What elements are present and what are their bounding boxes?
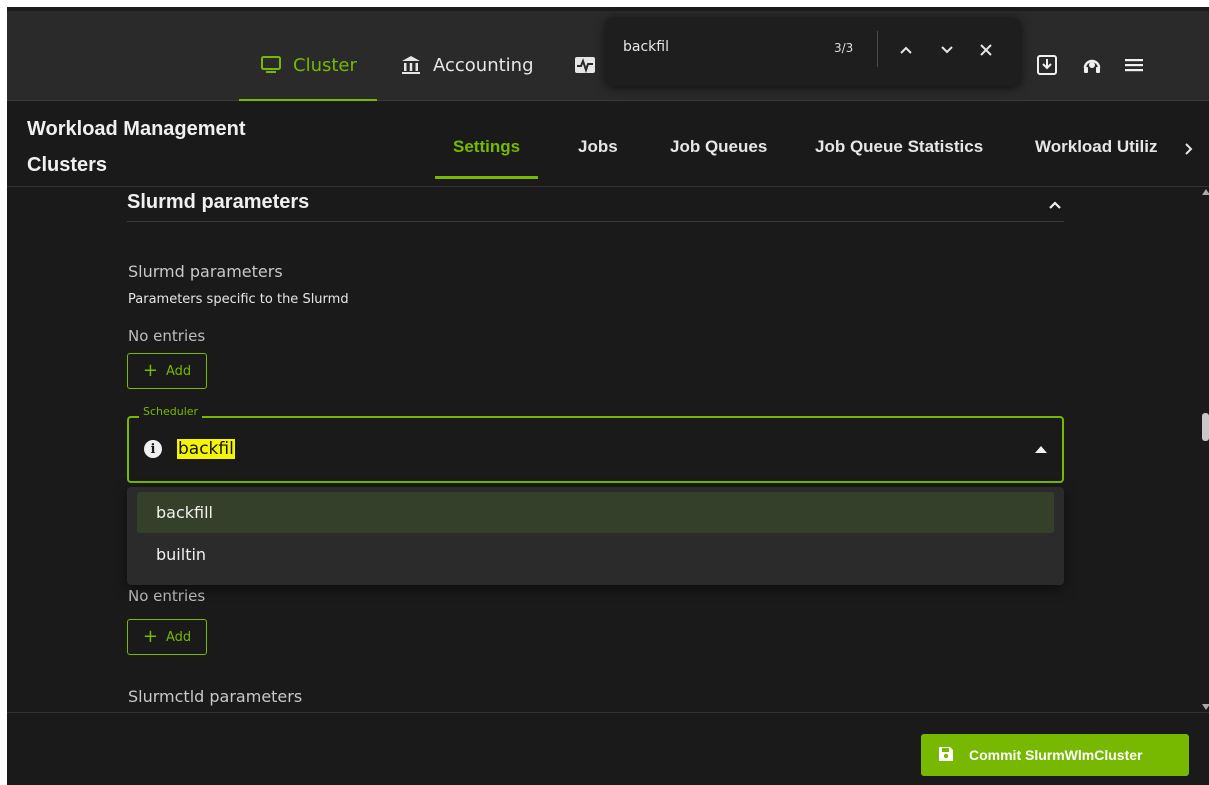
commit-button[interactable]: Commit SlurmWlmCluster: [921, 734, 1189, 776]
find-match-count: 3/3: [834, 41, 854, 55]
top-strip: [7, 7, 1209, 11]
section-title: Slurmd parameters: [127, 191, 310, 213]
find-previous-button[interactable]: [895, 39, 917, 61]
option-builtin[interactable]: builtin: [137, 534, 1054, 575]
heartbeat-icon: [573, 53, 597, 77]
add-button[interactable]: + Add: [127, 619, 207, 655]
commit-button-label: Commit SlurmWlmCluster: [969, 747, 1143, 763]
nav-monitoring[interactable]: [573, 47, 597, 83]
tab-workload-utilization[interactable]: Workload Utiliz: [1035, 137, 1185, 157]
plus-icon: +: [142, 626, 158, 647]
tab-settings[interactable]: Settings: [435, 137, 539, 179]
find-bar: backfil 3/3: [605, 17, 1021, 86]
plus-icon: +: [142, 360, 158, 381]
find-next-button[interactable]: [936, 39, 958, 61]
tab-job-queue-statistics[interactable]: Job Queue Statistics: [815, 137, 983, 157]
caret-up-icon[interactable]: [1035, 446, 1047, 453]
field-description: Parameters specific to the Slurmd: [128, 292, 349, 307]
nav-cluster[interactable]: Cluster: [239, 47, 377, 102]
no-entries-text: No entries: [128, 587, 206, 605]
save-icon: [937, 745, 955, 766]
settings-content: Slurmd parameters Slurmd parameters Para…: [7, 187, 1197, 712]
section-divider: [127, 221, 1064, 222]
app-window: Cluster Accounting backfil 3/3 Workload …: [7, 7, 1209, 785]
scheduler-dropdown: backfill builtin: [127, 487, 1064, 585]
find-close-button[interactable]: [975, 39, 997, 61]
chevron-up-icon[interactable]: [1045, 195, 1065, 215]
tab-settings-label: Settings: [453, 137, 521, 156]
find-query[interactable]: backfil: [623, 39, 669, 55]
scheduler-select[interactable]: [127, 416, 1064, 483]
info-icon[interactable]: i: [144, 440, 162, 458]
page-title: Workload Management Clusters: [27, 118, 246, 176]
field-title: Slurmctld parameters: [128, 687, 303, 706]
tab-active-indicator: [435, 176, 539, 179]
scroll-down-arrow[interactable]: [1202, 704, 1209, 710]
field-title: Slurmd parameters: [128, 262, 283, 281]
tab-job-queues[interactable]: Job Queues: [670, 137, 767, 157]
add-button-label: Add: [165, 629, 192, 645]
add-button-label: Add: [165, 363, 192, 379]
nav-accounting-label: Accounting: [433, 54, 534, 76]
nav-cluster-label: Cluster: [293, 54, 357, 76]
scheduler-input[interactable]: backfil: [177, 439, 235, 459]
nav-accounting[interactable]: Accounting: [399, 47, 534, 83]
tab-jobs[interactable]: Jobs: [578, 137, 618, 157]
page-header: Workload Management Clusters Settings Jo…: [7, 101, 1209, 187]
no-entries-text: No entries: [128, 327, 206, 345]
scheduler-label: Scheduler: [139, 405, 203, 418]
find-divider: [877, 31, 878, 67]
scroll-thumb[interactable]: [1202, 413, 1209, 441]
footer: Commit SlurmWlmCluster: [7, 712, 1209, 785]
find-highlight: backfil: [177, 439, 235, 459]
chevron-right-icon[interactable]: [1179, 137, 1199, 161]
support-icon[interactable]: [1079, 52, 1105, 78]
scrollbar[interactable]: [1197, 187, 1209, 712]
monitor-icon: [259, 53, 283, 77]
add-button[interactable]: + Add: [127, 353, 207, 389]
bank-icon: [399, 53, 423, 77]
scroll-up-arrow[interactable]: [1202, 189, 1209, 195]
menu-icon[interactable]: [1121, 52, 1147, 78]
download-icon[interactable]: [1034, 52, 1060, 78]
option-backfill[interactable]: backfill: [137, 492, 1054, 533]
